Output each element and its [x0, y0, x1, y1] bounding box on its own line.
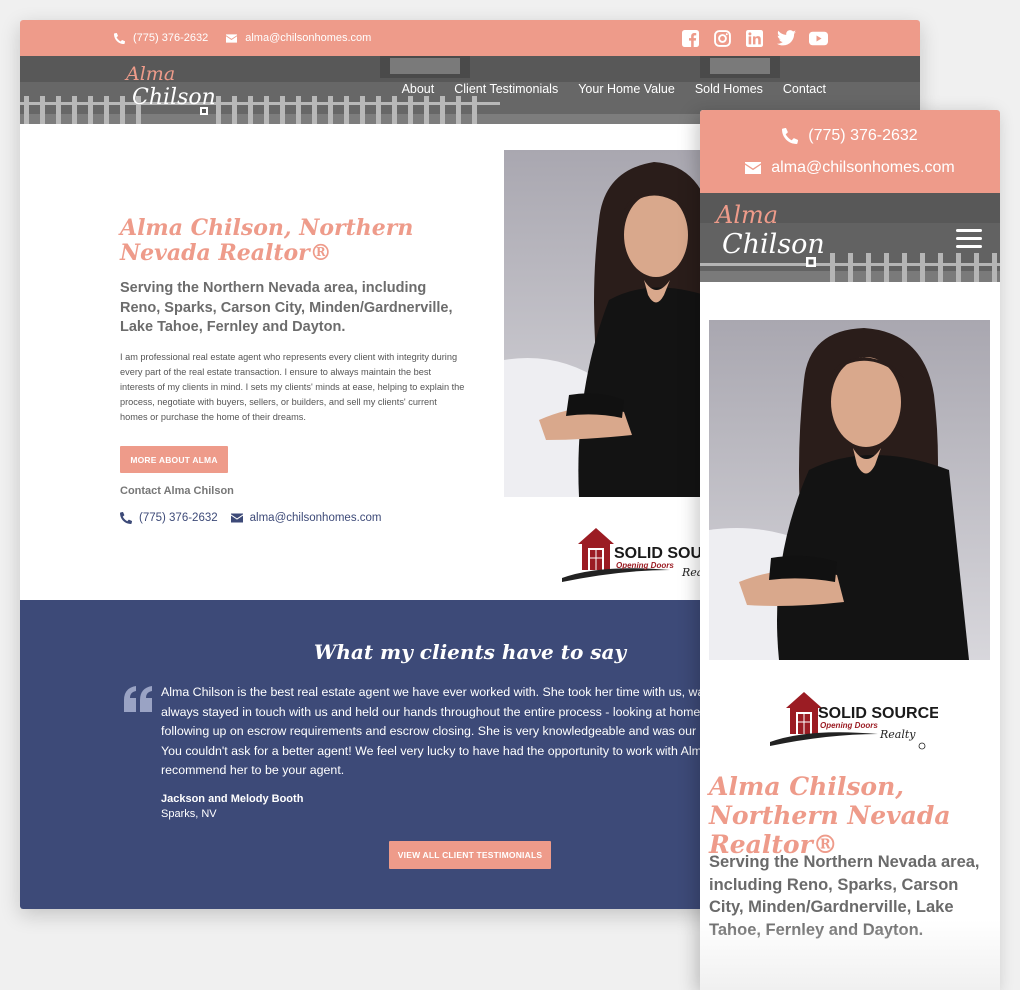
mobile-email-text: alma@chilsonhomes.com: [771, 159, 955, 176]
youtube-icon[interactable]: [809, 29, 828, 48]
testimonial-author: Jackson and Melody Booth: [161, 793, 304, 805]
facebook-icon[interactable]: [681, 29, 700, 48]
quote-line: recommend her to be your agent.: [161, 763, 345, 778]
contact-label: Contact Alma Chilson: [120, 485, 234, 497]
phone-icon: [782, 128, 799, 144]
hero-subtitle: Serving the Northern Nevada area, includ…: [120, 280, 453, 335]
nav-contact[interactable]: Contact: [783, 82, 826, 96]
testimonial-location: Sparks, NV: [161, 808, 217, 820]
envelope-icon: [745, 162, 762, 174]
phone-text: (775) 376-2632: [133, 32, 209, 44]
hero-email-link[interactable]: alma@chilsonhomes.com: [230, 512, 382, 524]
quote-line: You couldn't ask for a better agent! We …: [161, 743, 709, 758]
mobile-contact-bar: (775) 376-2632 alma@chilsonhomes.com: [700, 110, 1000, 193]
mobile-mockup: (775) 376-2632 alma@chilsonhomes.com Alm…: [700, 110, 1000, 990]
envelope-icon: [230, 513, 243, 523]
hero-contact-row: (775) 376-2632 alma@chilsonhomes.com: [120, 512, 395, 524]
mobile-hero-title: Alma Chilson, Northern Nevada Realtor®: [709, 772, 951, 859]
site-logo[interactable]: Alma Chilson: [124, 62, 216, 118]
testimonial-quote: Alma Chilson is the best real estate age…: [161, 683, 721, 781]
quote-icon: [124, 686, 152, 712]
svg-text:SOLID SOURCE: SOLID SOURCE: [818, 705, 938, 722]
hero-email-text: alma@chilsonhomes.com: [249, 512, 382, 524]
mobile-header: Alma Chilson: [700, 193, 1000, 282]
mobile-phone-link[interactable]: (775) 376-2632: [700, 110, 1000, 152]
instagram-icon[interactable]: [713, 29, 732, 48]
twitter-icon[interactable]: [777, 29, 796, 48]
hero-phone-text: (775) 376-2632: [139, 512, 218, 524]
phone-icon: [120, 512, 132, 524]
hero-body-text: I am professional real estate agent who …: [120, 352, 465, 422]
svg-text:Chilson: Chilson: [132, 85, 214, 110]
mobile-agent-portrait-photo: [709, 320, 990, 660]
mobile-site-logo[interactable]: Alma Chilson: [714, 199, 825, 273]
nav-sold-homes[interactable]: Sold Homes: [695, 82, 763, 96]
quote-line: Alma Chilson is the best real estate age…: [161, 685, 719, 699]
hero-title: Alma Chilson, Northern Nevada Realtor®: [120, 215, 414, 266]
mobile-bottom-fade: [700, 920, 1000, 990]
quote-line: following up on escrow requirements and …: [161, 724, 714, 739]
svg-text:Realty: Realty: [879, 728, 916, 741]
mobile-phone-text: (775) 376-2632: [808, 127, 918, 144]
nav-client-testimonials[interactable]: Client Testimonials: [454, 82, 558, 96]
svg-text:Chilson: Chilson: [722, 229, 824, 260]
nav-about[interactable]: About: [402, 82, 435, 96]
email-text: alma@chilsonhomes.com: [245, 32, 372, 44]
svg-text:Opening Doors: Opening Doors: [820, 721, 878, 730]
svg-text:Alma: Alma: [714, 201, 778, 229]
email-link[interactable]: alma@chilsonhomes.com: [226, 32, 371, 44]
linkedin-icon[interactable]: [745, 29, 764, 48]
nav-your-home-value[interactable]: Your Home Value: [578, 82, 675, 96]
hero-phone-link[interactable]: (775) 376-2632: [120, 512, 218, 524]
mobile-solid-source-realty-logo: SOLID SOURCE Opening Doors Realty: [768, 680, 940, 750]
mobile-email-link[interactable]: alma@chilsonhomes.com: [700, 152, 1000, 184]
view-all-testimonials-button[interactable]: VIEW ALL CLIENT TESTIMONIALS: [389, 841, 551, 869]
phone-icon: [114, 32, 125, 44]
more-about-alma-button[interactable]: MORE ABOUT ALMA: [120, 446, 228, 473]
quote-line: always stayed in touch with us and held …: [161, 704, 710, 719]
phone-link[interactable]: (775) 376-2632: [114, 32, 208, 44]
svg-text:Alma: Alma: [124, 63, 175, 85]
social-links: [681, 29, 828, 48]
hamburger-menu-icon[interactable]: [956, 229, 982, 249]
top-contact-bar: (775) 376-2632 alma@chilsonhomes.com: [20, 20, 920, 56]
envelope-icon: [226, 33, 238, 43]
svg-text:Opening Doors: Opening Doors: [616, 561, 674, 570]
nav-menu: About Client Testimonials Your Home Valu…: [402, 82, 826, 96]
